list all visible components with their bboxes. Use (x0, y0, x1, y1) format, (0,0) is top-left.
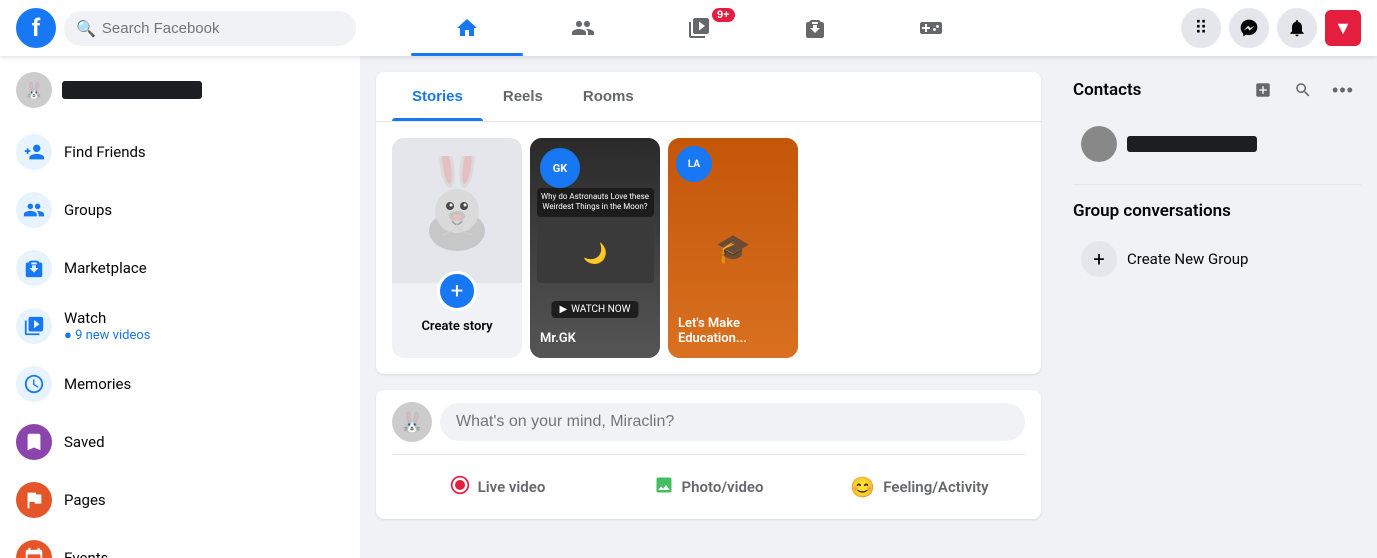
user-profile-bar[interactable]: 🐰 (8, 64, 352, 116)
username-redacted (62, 81, 202, 99)
marketplace-icon (16, 250, 52, 286)
create-new-group-button[interactable]: + Create New Group (1073, 233, 1361, 285)
left-sidebar: 🐰 Find Friends Groups Marketplace (0, 56, 360, 558)
saved-icon (16, 424, 52, 460)
mrgk-story-name: Mr.GK (540, 331, 650, 346)
tab-reels[interactable]: Reels (483, 72, 563, 121)
nav-home-button[interactable] (411, 4, 523, 52)
post-input-row: 🐰 (392, 402, 1025, 442)
stories-content: + Create story Why do Astronauts Love th… (376, 122, 1041, 374)
contacts-divider (1073, 184, 1361, 185)
sidebar-memories-label: Memories (64, 375, 131, 393)
user-avatar: 🐰 (16, 72, 52, 108)
sidebar-groups-label: Groups (64, 201, 112, 219)
add-contact-button[interactable] (1245, 72, 1281, 108)
stories-card: Stories Reels Rooms (376, 72, 1041, 374)
account-dropdown-button[interactable]: ▼ (1325, 10, 1361, 46)
search-bar-container[interactable]: 🔍 (64, 11, 356, 46)
live-video-button[interactable]: Live video (392, 467, 603, 507)
nav-marketplace-button[interactable] (759, 4, 871, 52)
create-story-card[interactable]: + Create story (392, 138, 522, 358)
messenger-icon-button[interactable] (1229, 8, 1269, 48)
stories-tabs: Stories Reels Rooms (376, 72, 1041, 122)
watch-info: Watch ● 9 new videos (64, 309, 150, 343)
photo-video-icon (654, 475, 674, 499)
sidebar-saved-label: Saved (64, 433, 105, 451)
sidebar-events-label: Events (64, 549, 108, 558)
watch-icon (16, 308, 52, 344)
plus-icon: + (1081, 241, 1117, 277)
pages-icon (16, 482, 52, 518)
search-contacts-button[interactable] (1285, 72, 1321, 108)
feeling-activity-button[interactable]: 😊 Feeling/Activity (814, 467, 1025, 507)
more-contacts-button[interactable]: ••• (1325, 72, 1361, 108)
post-box: 🐰 Live video Photo/video 😊 (376, 390, 1041, 519)
create-story-label: Create story (421, 319, 492, 334)
story-card-mrgk[interactable]: Why do Astronauts Love these Weirdest Th… (530, 138, 660, 358)
create-group-label: Create New Group (1127, 250, 1248, 268)
sidebar-item-saved[interactable]: Saved (8, 414, 352, 470)
contact-avatar (1081, 126, 1117, 162)
lmes-story-name: Let's Make Education... (678, 316, 788, 346)
sidebar-item-memories[interactable]: Memories (8, 356, 352, 412)
sidebar-marketplace-label: Marketplace (64, 259, 147, 277)
sidebar-item-find-friends[interactable]: Find Friends (8, 124, 352, 180)
topnav: f 🔍 9+ ⠿ ▼ (0, 0, 1377, 56)
nav-gaming-button[interactable] (875, 4, 987, 52)
live-video-label: Live video (478, 478, 546, 496)
grid-icon-button[interactable]: ⠿ (1181, 8, 1221, 48)
page-body: 🐰 Find Friends Groups Marketplace (0, 0, 1377, 558)
post-input[interactable] (440, 403, 1025, 441)
search-icon: 🔍 (76, 19, 96, 38)
nav-watch-button[interactable]: 9+ (643, 4, 755, 52)
sidebar-item-marketplace[interactable]: Marketplace (8, 240, 352, 296)
sidebar-pages-label: Pages (64, 491, 106, 509)
contact-name-redacted (1127, 136, 1257, 152)
contact-item[interactable] (1073, 120, 1361, 168)
contacts-title: Contacts (1073, 80, 1141, 100)
post-user-avatar: 🐰 (392, 402, 432, 442)
create-story-plus-icon: + (437, 271, 477, 311)
tab-stories[interactable]: Stories (392, 72, 483, 121)
mrgk-avatar: GK (540, 148, 580, 188)
sidebar-item-groups[interactable]: Groups (8, 182, 352, 238)
events-icon (16, 540, 52, 558)
topnav-center: 9+ (356, 4, 1041, 52)
nav-friends-button[interactable] (527, 4, 639, 52)
main-content: Stories Reels Rooms (360, 56, 1057, 558)
feeling-label: Feeling/Activity (883, 478, 988, 496)
watch-badge: 9+ (712, 8, 735, 22)
photo-video-button[interactable]: Photo/video (603, 467, 814, 507)
sidebar-item-pages[interactable]: Pages (8, 472, 352, 528)
groups-icon (16, 192, 52, 228)
memories-icon (16, 366, 52, 402)
live-video-icon (450, 475, 470, 499)
bell-icon-button[interactable] (1277, 8, 1317, 48)
find-friends-icon (16, 134, 52, 170)
group-conversations-title: Group conversations (1073, 201, 1361, 221)
sidebar-item-events[interactable]: Events (8, 530, 352, 558)
facebook-logo[interactable]: f (16, 8, 56, 48)
post-actions: Live video Photo/video 😊 Feeling/Activit… (392, 454, 1025, 507)
sidebar-item-watch[interactable]: Watch ● 9 new videos (8, 298, 352, 354)
topnav-left: f 🔍 (16, 8, 356, 48)
search-input[interactable] (102, 20, 344, 37)
feeling-icon: 😊 (850, 475, 875, 499)
topnav-right: ⠿ ▼ (1041, 8, 1361, 48)
create-story-bg-image (392, 138, 522, 283)
tab-rooms[interactable]: Rooms (563, 72, 654, 121)
sidebar-watch-label: Watch (64, 309, 150, 327)
watch-new-videos: ● 9 new videos (64, 327, 150, 343)
story-card-lmes[interactable]: 🎓 LA Let's Make Education... (668, 138, 798, 358)
right-sidebar: Contacts ••• Group conversations (1057, 56, 1377, 558)
watch-now-badge: ▶WATCH NOW (551, 301, 638, 318)
sidebar-find-friends-label: Find Friends (64, 143, 146, 161)
contacts-header: Contacts ••• (1073, 72, 1361, 108)
photo-video-label: Photo/video (682, 478, 764, 496)
contacts-actions: ••• (1245, 72, 1361, 108)
